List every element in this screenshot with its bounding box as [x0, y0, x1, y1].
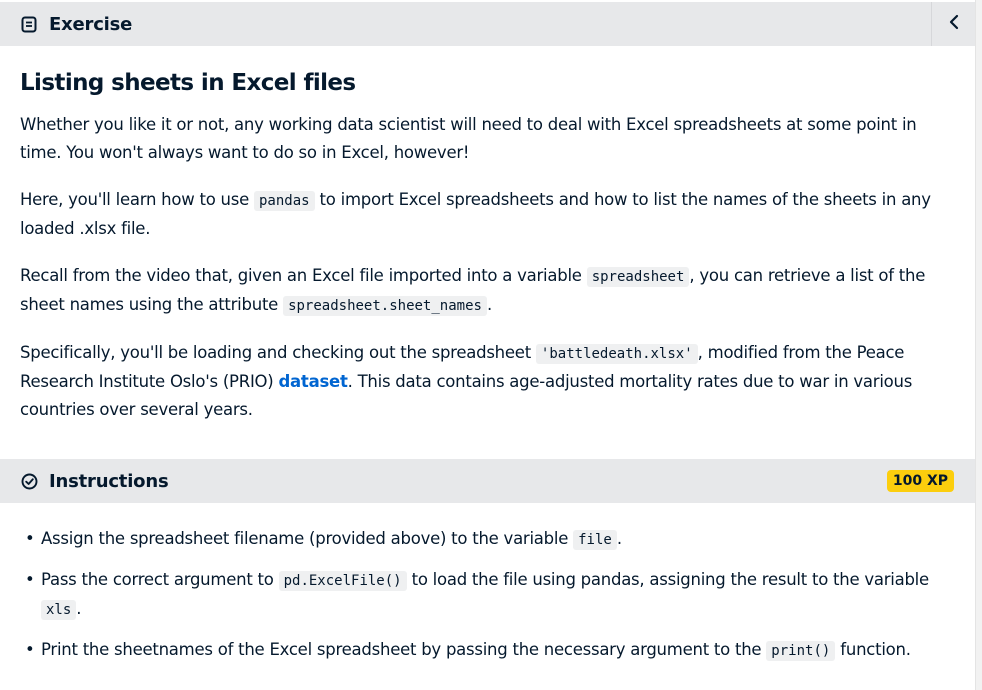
exercise-title: Listing sheets in Excel files: [20, 70, 356, 96]
exercise-paragraph-3: Recall from the video that, given an Exc…: [20, 266, 926, 316]
inline-code: print(): [766, 641, 836, 661]
document-icon: [20, 15, 38, 33]
exercise-paragraph-2: Here, you'll learn how to use pandas to …: [20, 190, 931, 238]
exercise-content: Listing sheets in Excel files Whether yo…: [20, 66, 960, 443]
instruction-item-1: • Assign the spreadsheet filename (provid…: [20, 525, 960, 554]
instructions-header-title: Instructions: [49, 470, 169, 492]
inline-code: pd.ExcelFile(): [278, 571, 407, 591]
dataset-link[interactable]: dataset: [278, 372, 347, 391]
inline-code: xls: [41, 600, 77, 620]
inline-code: pandas: [253, 191, 315, 211]
bullet: •: [25, 570, 35, 589]
bullet: •: [25, 529, 35, 548]
inline-code: spreadsheet: [586, 267, 690, 287]
exercise-header: Exercise: [0, 2, 976, 46]
instruction-item-2: • Pass the correct argument to pd.ExcelFi…: [20, 566, 960, 624]
bullet: •: [25, 640, 35, 659]
inline-code: file: [573, 530, 617, 550]
chevron-left-icon: [949, 14, 959, 34]
exercise-panel: Exercise Listing sheets in Excel files W…: [0, 0, 982, 690]
check-circle-icon: [20, 472, 38, 490]
instruction-item-3: • Print the sheetnames of the Excel sprea…: [20, 636, 960, 665]
exercise-paragraph-4: Specifically, you'll be loading and chec…: [20, 343, 913, 419]
panel-scrollbar[interactable]: [975, 0, 982, 690]
exercise-paragraph-1: Whether you like it or not, any working …: [20, 115, 917, 162]
instructions-list: • Assign the spreadsheet filename (provid…: [20, 525, 960, 677]
collapse-panel-button[interactable]: [931, 2, 976, 46]
xp-badge: 100 XP: [886, 470, 954, 492]
instructions-header: Instructions 100 XP: [0, 459, 976, 503]
exercise-header-title: Exercise: [49, 13, 133, 35]
inline-code: 'battledeath.xlsx': [535, 344, 698, 364]
inline-code: spreadsheet.sheet_names: [283, 296, 487, 316]
